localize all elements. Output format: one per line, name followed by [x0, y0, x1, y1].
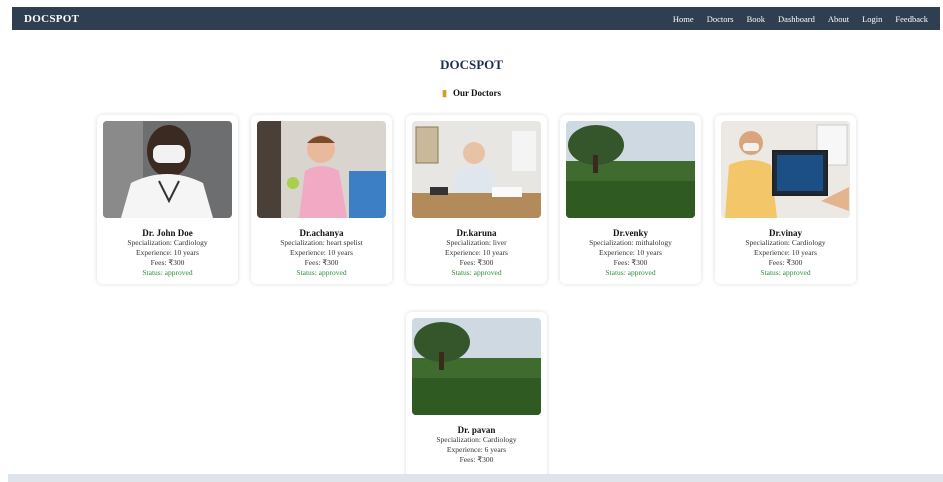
nav-link-book[interactable]: Book — [747, 14, 765, 24]
nav-link-doctors[interactable]: Doctors — [707, 14, 734, 24]
doctor-photo — [721, 121, 850, 218]
doctor-status: Status: approved — [451, 268, 502, 277]
doctor-status: Status: approved — [760, 268, 811, 277]
nav-link-feedback[interactable]: Feedback — [895, 14, 928, 24]
doctor-card[interactable]: Dr. pavan Specialization: Cardiology Exp… — [406, 312, 547, 482]
doctor-card[interactable]: Dr.karuna Specialization: liver Experien… — [406, 115, 547, 284]
doctor-experience: Experience: 10 years — [136, 248, 199, 257]
doctor-fees: Fees: ₹300 — [613, 258, 648, 267]
doctor-name: Dr.achanya — [299, 228, 344, 238]
brand-logo[interactable]: DOCSPOT — [24, 13, 79, 25]
doctor-specialization: Specialization: Cardiology — [436, 435, 517, 444]
doctor-photo — [257, 121, 386, 218]
doctor-photo — [412, 318, 541, 415]
doctor-status: Status: approved — [142, 268, 193, 277]
nav-links: Home Doctors Book Dashboard About Login … — [673, 14, 928, 24]
nav-link-about[interactable]: About — [828, 14, 849, 24]
doctor-fees: Fees: ₹300 — [150, 258, 185, 267]
doctor-specialization: Specialization: Cardiology — [127, 238, 208, 247]
doctor-photo — [412, 121, 541, 218]
nav-link-login[interactable]: Login — [862, 14, 882, 24]
doctor-card[interactable]: Dr. John Doe Specialization: Cardiology … — [97, 115, 238, 284]
doctor-experience: Experience: 10 years — [290, 248, 353, 257]
navbar: DOCSPOT Home Doctors Book Dashboard Abou… — [12, 7, 940, 30]
nav-link-home[interactable]: Home — [673, 14, 694, 24]
doctor-specialization: Specialization: liver — [446, 238, 507, 247]
doctor-icon: ▮ — [441, 88, 447, 98]
doctor-name: Dr.vinay — [769, 228, 802, 238]
doctor-experience: Experience: 6 years — [446, 445, 507, 454]
doctor-experience: Experience: 10 years — [599, 248, 662, 257]
doctor-fees: Fees: ₹300 — [459, 455, 494, 464]
doctor-status: Status: approved — [296, 268, 347, 277]
doctor-card[interactable]: Dr.achanya Specialization: heart spelist… — [251, 115, 392, 284]
doctor-photo — [566, 121, 695, 218]
page-title: DOCSPOT — [440, 57, 503, 72]
doctor-experience: Experience: 10 years — [754, 248, 817, 257]
doctor-fees: Fees: ₹300 — [304, 258, 339, 267]
nav-link-dashboard[interactable]: Dashboard — [778, 14, 815, 24]
doctor-name: Dr.karuna — [456, 228, 497, 238]
doctor-name: Dr. pavan — [457, 425, 496, 435]
doctor-fees: Fees: ₹300 — [459, 258, 494, 267]
doctor-card[interactable]: Dr.vinay Specialization: Cardiology Expe… — [715, 115, 856, 284]
doctor-name: Dr. John Doe — [142, 228, 193, 238]
doctor-card[interactable]: Dr.venky Specialization: mithalology Exp… — [560, 115, 701, 284]
section-heading-label: Our Doctors — [452, 88, 502, 98]
doctor-specialization: Specialization: Cardiology — [745, 238, 826, 247]
doctor-fees: Fees: ₹300 — [768, 258, 803, 267]
doctor-name: Dr.venky — [613, 228, 648, 238]
doctor-photo — [103, 121, 232, 218]
doctor-specialization: Specialization: mithalology — [589, 238, 672, 247]
doctor-status: Status: approved — [605, 268, 656, 277]
doctor-specialization: Specialization: heart spelist — [280, 238, 363, 247]
horizontal-scrollbar[interactable] — [8, 474, 943, 482]
section-heading: ▮ Our Doctors — [0, 88, 943, 99]
doctor-experience: Experience: 10 years — [445, 248, 508, 257]
